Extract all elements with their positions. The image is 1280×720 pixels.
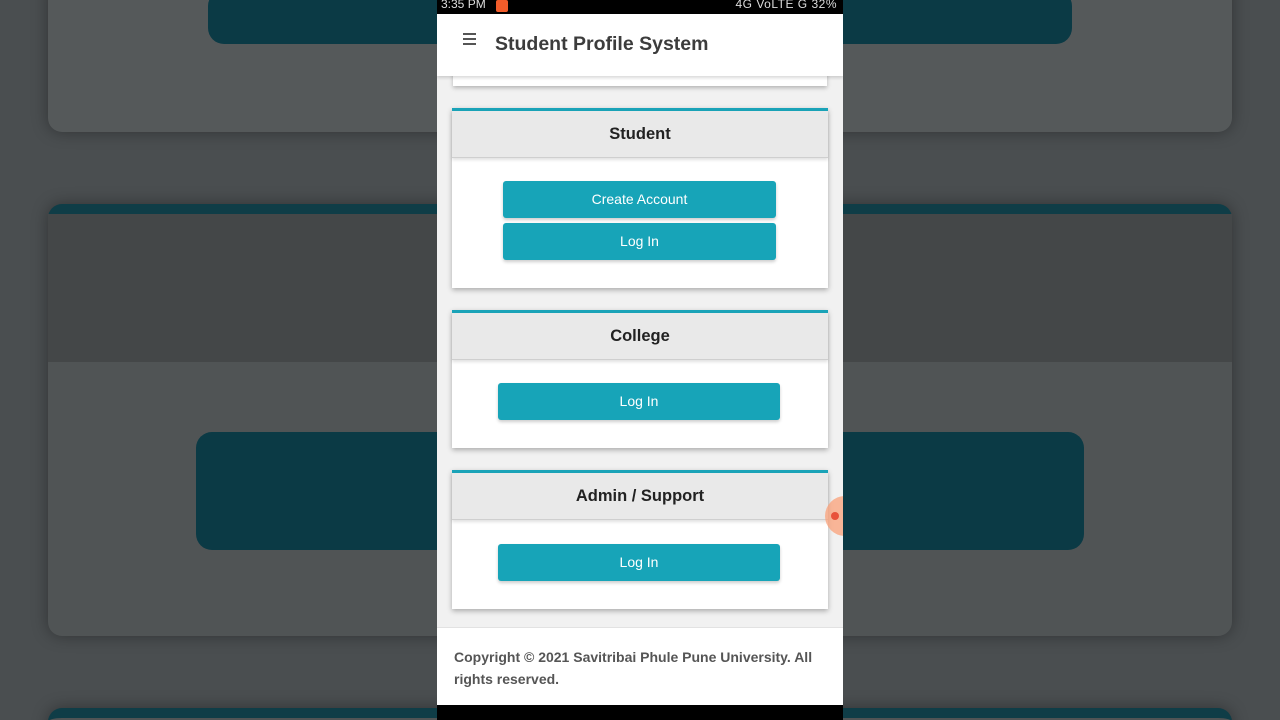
student-create-account-button[interactable]: Create Account	[503, 181, 776, 218]
card-heading: College	[452, 313, 828, 360]
student-card: Student Create Account Log In	[452, 108, 828, 288]
footer: Copyright © 2021 Savitribai Phule Pune U…	[437, 627, 843, 705]
touch-indicator-dot	[831, 512, 839, 520]
app-title: Student Profile System	[495, 33, 709, 55]
admin-support-card: Admin / Support Log In	[452, 470, 828, 609]
phone-screen: 3:35 PM 4G VoLTE G 32% Student Profile S…	[437, 0, 843, 720]
app-bar: Student Profile System	[437, 14, 843, 76]
signal-battery-indicators: 4G VoLTE G 32%	[735, 0, 837, 11]
system-navigation-bar	[437, 705, 843, 720]
college-card: College Log In	[452, 310, 828, 448]
status-bar: 3:35 PM 4G VoLTE G 32%	[437, 0, 843, 14]
admin-login-button[interactable]: Log In	[498, 544, 780, 581]
hamburger-icon[interactable]	[463, 33, 476, 45]
copyright-text: Copyright © 2021 Savitribai Phule Pune U…	[454, 649, 813, 687]
card-heading: Student	[452, 111, 828, 158]
card-heading: Admin / Support	[452, 473, 828, 520]
college-login-button[interactable]: Log In	[498, 383, 780, 420]
notification-icon	[496, 0, 508, 12]
status-time: 3:35 PM	[441, 0, 486, 11]
student-login-button[interactable]: Log In	[503, 223, 776, 260]
